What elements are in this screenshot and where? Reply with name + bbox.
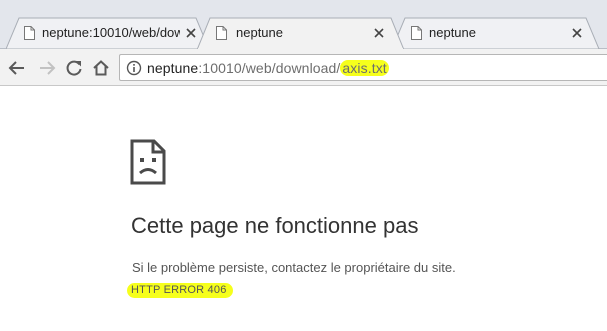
tab-3-title: neptune — [429, 25, 476, 40]
error-description: Si le problème persiste, contactez le pr… — [132, 260, 456, 275]
tab-2-active[interactable]: neptune — [197, 17, 405, 50]
home-icon[interactable] — [91, 58, 111, 78]
page-icon — [411, 26, 422, 40]
url-path: :10010/web/download/ — [198, 60, 341, 76]
url-file-highlight: axis.txt — [340, 60, 389, 76]
error-page: Cette page ne fonctionne pas Si le probl… — [0, 87, 607, 331]
close-icon[interactable] — [570, 26, 584, 40]
reload-icon[interactable] — [64, 58, 84, 78]
page-icon — [24, 26, 35, 40]
sad-page-icon — [130, 139, 166, 185]
address-bar[interactable]: neptune:10010/web/download/axis.txt — [119, 54, 607, 81]
toolbar: neptune:10010/web/download/axis.txt — [0, 49, 607, 86]
close-icon[interactable] — [372, 26, 386, 40]
back-arrow-icon[interactable] — [7, 58, 27, 78]
tab-1-title: neptune:10010/web/download — [42, 25, 180, 40]
url-text[interactable]: neptune:10010/web/download/axis.txt — [147, 60, 389, 76]
close-icon[interactable] — [184, 26, 198, 40]
url-host: neptune — [147, 60, 199, 76]
tab-1[interactable]: neptune:10010/web/download — [6, 17, 211, 49]
info-icon[interactable] — [126, 60, 142, 76]
tab-strip: neptune:10010/web/download neptune neptu… — [0, 0, 607, 50]
tab-2-title: neptune — [236, 25, 283, 40]
tab-3[interactable]: neptune — [392, 17, 600, 49]
error-title: Cette page ne fonctionne pas — [131, 213, 419, 238]
page-icon — [216, 26, 227, 40]
error-code: HTTP ERROR 406 — [127, 283, 233, 298]
forward-arrow-icon[interactable] — [37, 58, 57, 78]
